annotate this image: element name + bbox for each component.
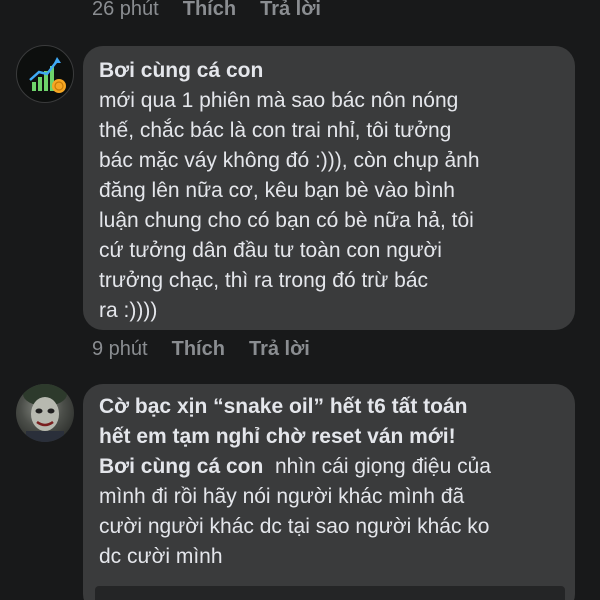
joker-face-photo xyxy=(23,384,67,442)
comment-text: nhìn cái giọng điệu của xyxy=(263,455,491,478)
mention-tag[interactable]: Bơi cùng cá con xyxy=(99,455,263,478)
reply-button[interactable]: Trả lời xyxy=(249,338,310,361)
growth-chart-coin-icon xyxy=(29,57,66,93)
comment-author[interactable]: Bơi cùng cá con xyxy=(99,56,559,86)
reply-button[interactable]: Trả lời xyxy=(260,0,321,21)
previous-comment-actions: 26 phút Thích Trả lời xyxy=(92,0,345,21)
comment-actions: 9 phút Thích Trả lời xyxy=(92,338,334,361)
comment-bubble: Bơi cùng cá con mới qua 1 phiên mà sao b… xyxy=(83,46,575,330)
comment-author-continued[interactable]: hết em tạm nghỉ chờ reset ván mới! xyxy=(99,422,559,452)
comment-text: mới qua 1 phiên mà sao bác nôn nóng thế,… xyxy=(99,89,480,322)
attachment-preview[interactable] xyxy=(95,586,565,600)
comment-timestamp: 9 phút xyxy=(92,338,148,360)
comment-text: mình đi rồi hãy nói người khác mình đã c… xyxy=(99,485,490,568)
avatar[interactable] xyxy=(16,384,74,442)
comment-bubble: Cờ bạc xịn “snake oil” hết t6 tất toán h… xyxy=(83,384,575,600)
comment-timestamp: 26 phút xyxy=(92,0,159,20)
avatar[interactable] xyxy=(16,45,74,103)
comment-text-first-line: Bơi cùng cá con nhìn cái giọng điệu của xyxy=(99,452,559,482)
like-button[interactable]: Thích xyxy=(183,0,236,21)
comment-author[interactable]: Cờ bạc xịn “snake oil” hết t6 tất toán xyxy=(99,392,559,422)
like-button[interactable]: Thích xyxy=(172,338,225,361)
